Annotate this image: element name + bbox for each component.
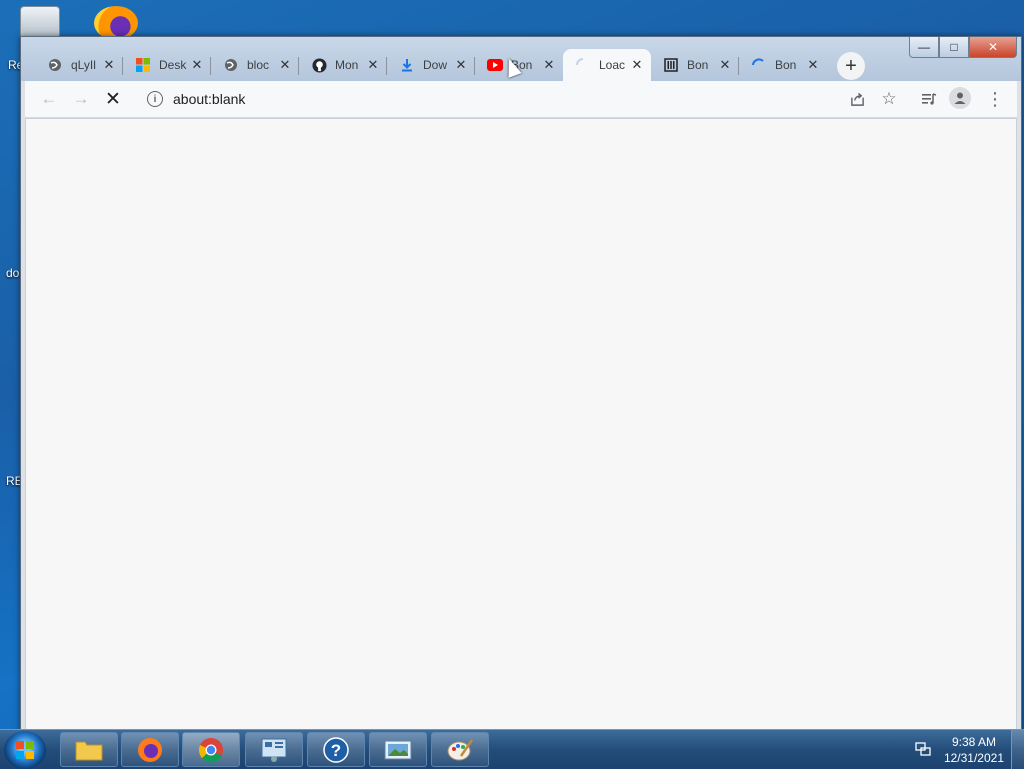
clock-date: 12/31/2021 <box>943 751 1004 765</box>
photo-viewer-taskbar-icon[interactable] <box>369 732 427 767</box>
title-bar[interactable]: qLyIl ✕ Desk ✕ bloc ✕ Mon ✕ Dow ✕ Bon ✕ … <box>21 37 1021 81</box>
tab-close-icon[interactable]: ✕ <box>717 57 733 73</box>
tab-label: Desk <box>159 58 187 72</box>
file-explorer-taskbar-icon[interactable] <box>60 732 118 767</box>
chrome-taskbar-icon[interactable] <box>182 732 240 767</box>
tab-strip: qLyIl ✕ Desk ✕ bloc ✕ Mon ✕ Dow ✕ Bon ✕ … <box>35 47 865 81</box>
page-content[interactable] <box>25 118 1017 730</box>
tab-1[interactable]: qLyIl ✕ <box>35 49 123 81</box>
tab-label: bloc <box>247 58 270 72</box>
tab-close-icon[interactable]: ✕ <box>453 57 469 73</box>
github-icon <box>311 57 327 73</box>
tab-close-icon[interactable]: ✕ <box>277 57 293 73</box>
tab-close-icon[interactable]: ✕ <box>101 57 117 73</box>
tab-close-icon[interactable]: ✕ <box>189 57 205 73</box>
youtube-icon <box>487 57 503 73</box>
profile-avatar-icon[interactable] <box>949 87 971 109</box>
maximize-button[interactable]: □ <box>939 37 969 58</box>
back-arrow-icon[interactable]: ← <box>37 87 61 111</box>
clock-time: 9:38 AM <box>951 735 996 749</box>
tab-close-icon[interactable]: ✕ <box>805 57 821 73</box>
tab-close-icon[interactable]: ✕ <box>365 57 381 73</box>
new-tab-button[interactable]: + <box>837 52 865 80</box>
close-button[interactable]: ✕ <box>969 37 1017 58</box>
globe-icon <box>223 57 239 73</box>
menu-kebab-icon[interactable]: ⋮ <box>983 87 1007 111</box>
tab-label: qLyIl <box>71 58 96 72</box>
loading-spinner-icon <box>751 57 767 73</box>
firefox-taskbar-icon[interactable] <box>121 732 179 767</box>
minimize-button[interactable]: — <box>909 37 939 58</box>
browser-toolbar: ← → ✕ i about:blank ☆ ⋮ <box>25 81 1017 118</box>
svg-text:?: ? <box>331 741 341 760</box>
tab-5[interactable]: Dow ✕ <box>387 49 475 81</box>
show-desktop-button[interactable] <box>1011 730 1024 769</box>
tab-4[interactable]: Mon ✕ <box>299 49 387 81</box>
tab-3[interactable]: bloc ✕ <box>211 49 299 81</box>
bookmark-star-icon[interactable]: ☆ <box>877 87 901 111</box>
bank-icon <box>663 57 679 73</box>
forward-arrow-icon[interactable]: → <box>69 87 93 111</box>
taskbar: ? 9:38 AM 12/31/2021 <box>0 729 1024 769</box>
tab-close-icon[interactable]: ✕ <box>541 57 557 73</box>
control-panel-taskbar-icon[interactable] <box>245 732 303 767</box>
start-button[interactable] <box>4 731 46 769</box>
window-controls: — □ ✕ <box>909 37 1017 58</box>
address-bar[interactable]: i about:blank <box>135 83 915 115</box>
tab-label: Dow <box>423 58 448 72</box>
browser-window: qLyIl ✕ Desk ✕ bloc ✕ Mon ✕ Dow ✕ Bon ✕ … <box>20 36 1022 732</box>
paint-taskbar-icon[interactable] <box>431 732 489 767</box>
tab-label: Bon <box>775 58 797 72</box>
firefox-desktop-icon[interactable] <box>94 6 138 40</box>
tab-label: Loac <box>599 58 626 72</box>
media-control-icon[interactable] <box>917 87 941 111</box>
tab-2[interactable]: Desk ✕ <box>123 49 211 81</box>
share-icon[interactable] <box>845 87 869 111</box>
microsoft-icon <box>135 57 151 73</box>
globe-icon <box>47 57 63 73</box>
tab-close-icon[interactable]: ✕ <box>629 57 645 73</box>
tab-label: Bon <box>687 58 709 72</box>
desktop-label-2: do <box>6 266 20 280</box>
loading-spinner-icon <box>575 57 591 73</box>
tab-9[interactable]: Bon ✕ <box>739 49 827 81</box>
tab-8[interactable]: Bon ✕ <box>651 49 739 81</box>
help-taskbar-icon[interactable]: ? <box>307 732 365 767</box>
tab-7-active[interactable]: Loac ✕ <box>563 49 651 81</box>
stop-loading-icon[interactable]: ✕ <box>101 87 125 111</box>
tab-label: Mon <box>335 58 359 72</box>
clock[interactable]: 9:38 AM 12/31/2021 <box>944 734 1004 766</box>
download-icon <box>399 57 415 73</box>
site-info-icon[interactable]: i <box>147 91 163 107</box>
url-text[interactable]: about:blank <box>173 91 245 107</box>
network-icon[interactable] <box>914 740 932 758</box>
